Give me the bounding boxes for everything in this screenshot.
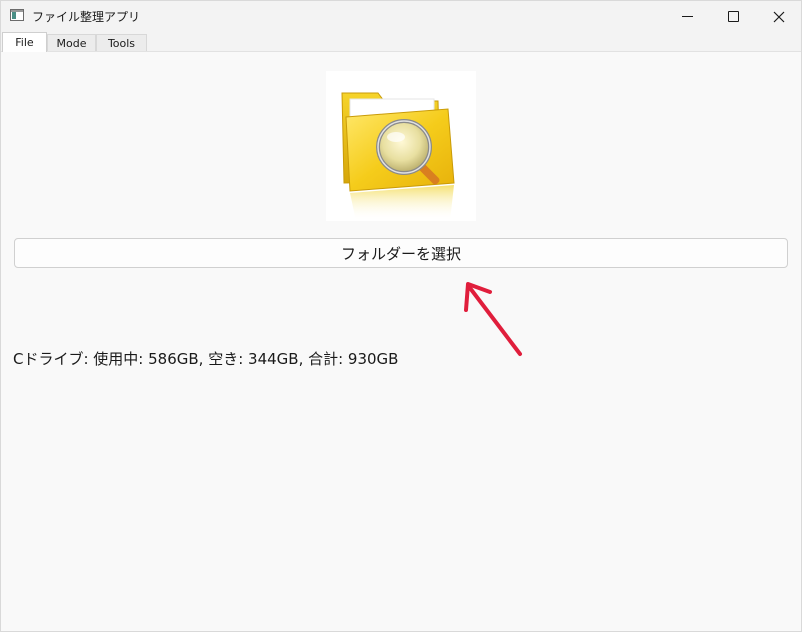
folder-magnifier-icon: [326, 71, 476, 221]
app-window: ファイル整理アプリ File Mode Tools フォルダーを選択 Cドライブ…: [0, 0, 802, 632]
main-content: フォルダーを選択 Cドライブ: 使用中: 586GB, 空き: 344GB, 合…: [1, 52, 801, 631]
minimize-icon: [681, 16, 693, 17]
drive-usage-text: Cドライブ: 使用中: 586GB, 空き: 344GB, 合計: 930GB: [13, 350, 399, 368]
close-icon: [773, 11, 785, 22]
red-arrow-icon: [464, 282, 522, 356]
app-window-icon: [10, 9, 24, 21]
close-button[interactable]: [756, 1, 801, 32]
tab-tools[interactable]: Tools: [96, 34, 147, 51]
window-title: ファイル整理アプリ: [32, 10, 141, 24]
tab-file[interactable]: File: [2, 32, 47, 52]
select-folder-button[interactable]: フォルダーを選択: [14, 238, 788, 268]
minimize-button[interactable]: [664, 1, 710, 32]
title-bar[interactable]: ファイル整理アプリ: [1, 1, 801, 32]
tab-mode[interactable]: Mode: [47, 34, 96, 51]
tab-bar: File Mode Tools: [1, 32, 801, 52]
maximize-button[interactable]: [710, 1, 756, 32]
maximize-icon: [727, 11, 739, 22]
